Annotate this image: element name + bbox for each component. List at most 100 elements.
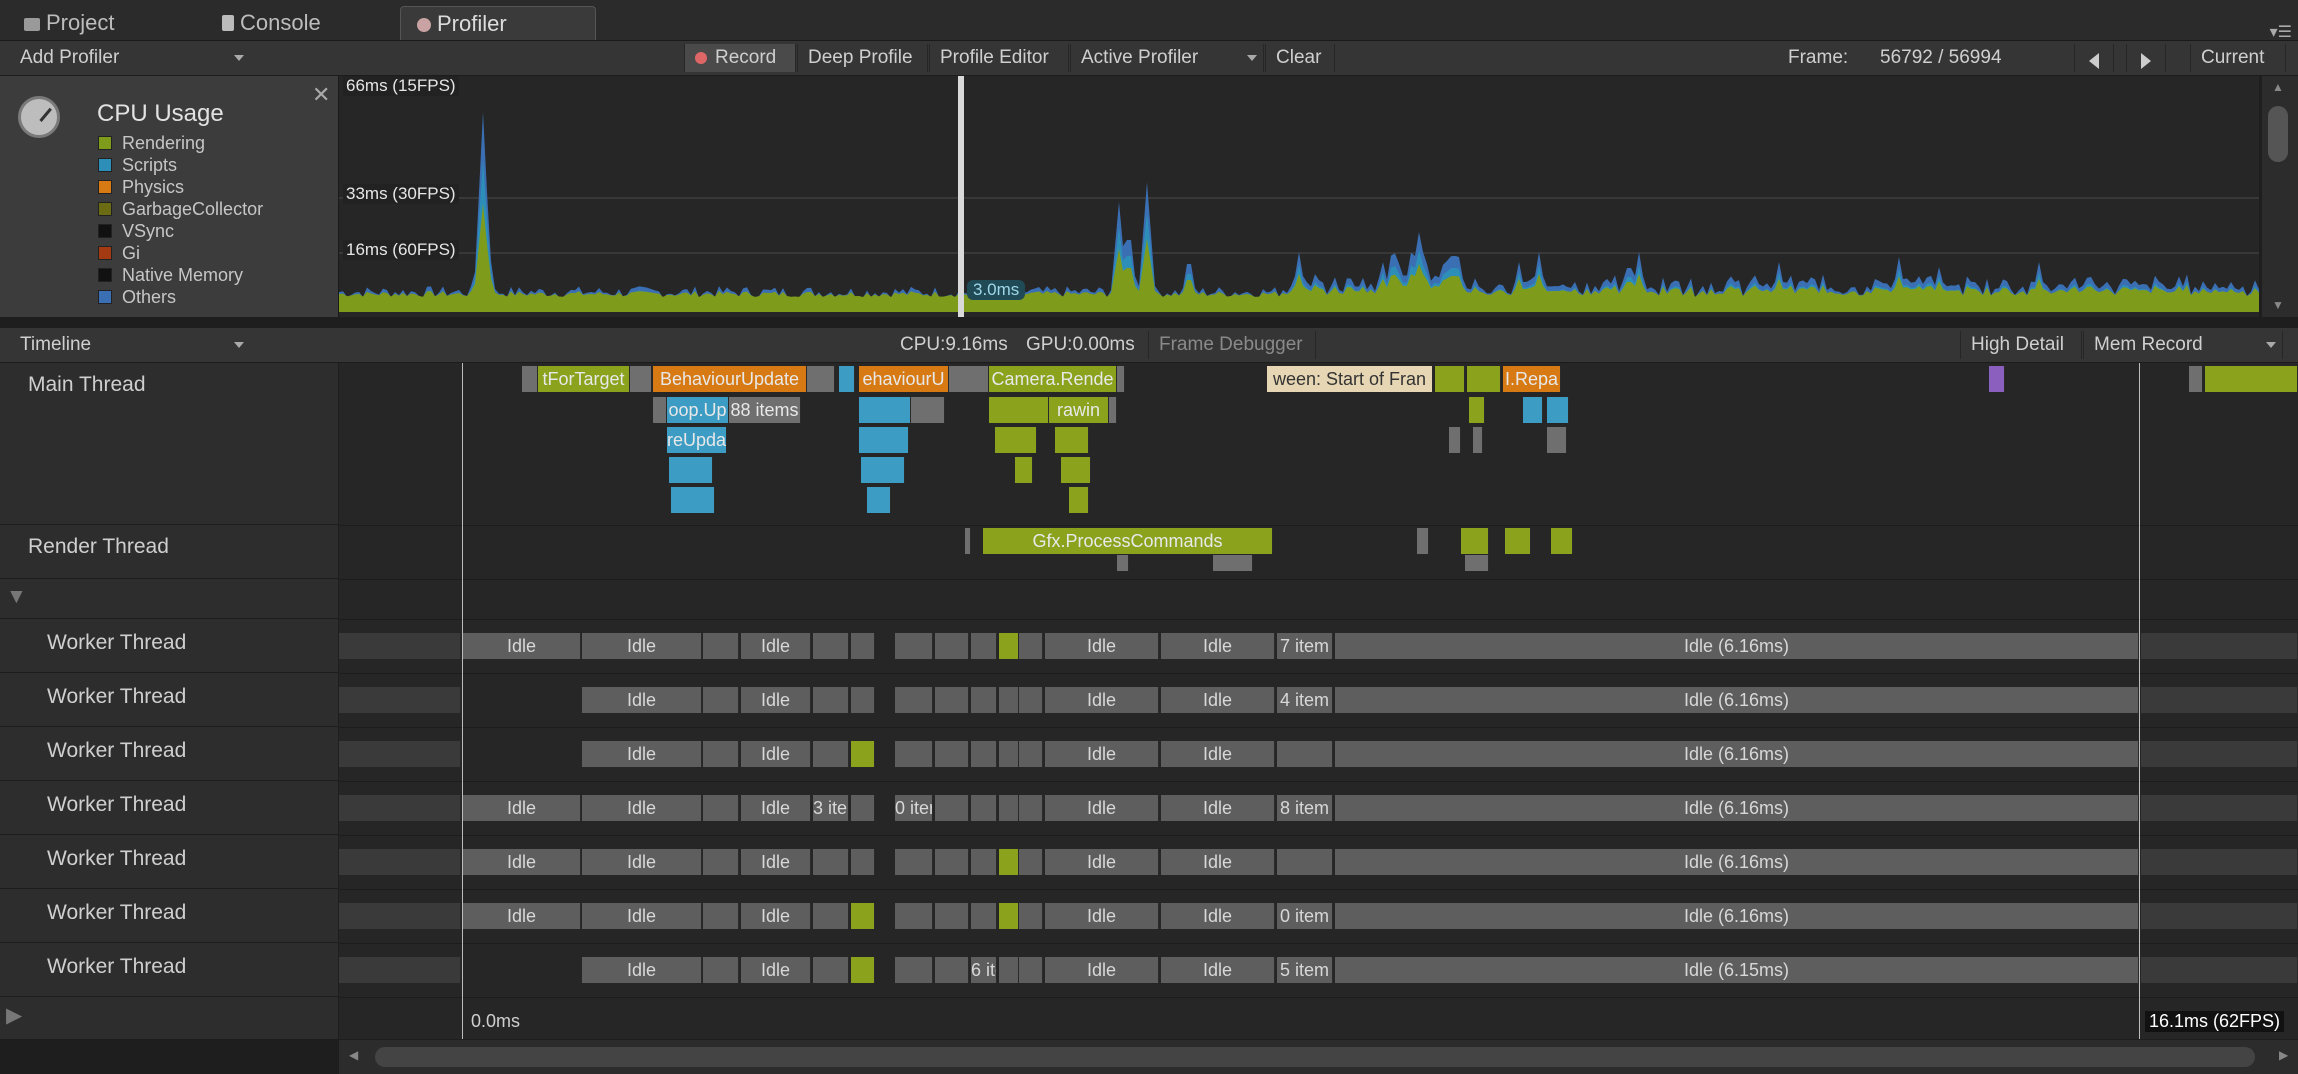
sample-block[interactable] <box>971 687 997 713</box>
thread-label-main[interactable]: Main Thread <box>0 363 338 525</box>
deep-profile-button[interactable]: Deep Profile <box>797 44 928 72</box>
sample-block[interactable] <box>339 849 461 875</box>
sample-block[interactable]: 8 item <box>1277 795 1333 821</box>
thread-label-worker[interactable]: Worker Thread <box>0 727 338 781</box>
sample-block[interactable]: 4 item <box>1277 687 1333 713</box>
cpu-usage-chart[interactable]: 66ms (15FPS) 33ms (30FPS) 16ms (60FPS) 3… <box>339 76 2259 317</box>
sample-block[interactable] <box>703 741 739 767</box>
sample-block[interactable]: 0 item <box>1277 903 1333 929</box>
clear-button[interactable]: Clear <box>1265 44 1335 72</box>
tab-profiler[interactable]: Profiler <box>400 6 596 40</box>
sample-block[interactable] <box>971 903 997 929</box>
sample-block[interactable]: Idle <box>1161 687 1275 713</box>
sample-block[interactable]: Idle <box>1161 957 1275 983</box>
job-group-toggle[interactable]: ▼ <box>0 579 338 619</box>
sample-block[interactable]: Idle <box>582 687 702 713</box>
sample-block[interactable] <box>1055 427 1089 453</box>
scrollbar-thumb[interactable] <box>375 1047 2255 1067</box>
sample-block[interactable] <box>999 957 1019 983</box>
sample-block[interactable]: Idle <box>741 687 811 713</box>
sample-block[interactable]: Idle (6.16ms) <box>1335 849 2139 875</box>
sample-block[interactable] <box>999 741 1019 767</box>
sample-block[interactable] <box>851 957 875 983</box>
sample-block[interactable] <box>965 528 971 554</box>
sample-block[interactable] <box>935 795 969 821</box>
sample-block[interactable] <box>999 849 1019 875</box>
sample-block[interactable] <box>971 849 997 875</box>
sample-block[interactable]: Idle <box>463 633 581 659</box>
sample-block[interactable] <box>1019 903 1043 929</box>
sample-block[interactable]: 0 iter <box>895 795 933 821</box>
sample-block[interactable] <box>339 633 461 659</box>
tab-console[interactable]: Console <box>206 6 337 40</box>
sample-block[interactable] <box>2141 687 2298 713</box>
sample-block[interactable]: Idle <box>1045 741 1159 767</box>
sample-block[interactable] <box>1467 366 1501 392</box>
mem-record-dropdown[interactable]: Mem Record <box>2083 331 2283 359</box>
sample-block[interactable] <box>1989 366 2005 392</box>
active-profiler-dropdown[interactable]: Active Profiler <box>1070 44 1264 72</box>
sample-block[interactable]: Idle <box>1045 957 1159 983</box>
sample-block[interactable] <box>813 687 849 713</box>
sample-block[interactable] <box>851 849 875 875</box>
sample-block[interactable] <box>653 397 667 423</box>
sample-block[interactable] <box>999 633 1019 659</box>
sample-block[interactable] <box>813 633 849 659</box>
sample-block[interactable] <box>703 903 739 929</box>
close-icon[interactable]: ✕ <box>312 82 330 108</box>
sample-block[interactable]: Idle <box>582 903 702 929</box>
sample-block[interactable] <box>999 795 1019 821</box>
sample-block[interactable]: rawin <box>1049 397 1109 423</box>
sample-block[interactable]: 3 iter <box>813 795 849 821</box>
sample-block[interactable]: Idle <box>741 795 811 821</box>
sample-block[interactable] <box>703 633 739 659</box>
sample-block[interactable] <box>1449 427 1461 453</box>
sample-block[interactable] <box>1469 397 1485 423</box>
sample-block[interactable] <box>895 633 933 659</box>
sample-block[interactable] <box>1117 366 1125 392</box>
sample-block[interactable]: Idle (6.16ms) <box>1335 687 2139 713</box>
sample-block[interactable]: Idle <box>463 795 581 821</box>
sample-block[interactable] <box>1069 487 1089 513</box>
sample-block[interactable] <box>1019 633 1043 659</box>
sample-block[interactable] <box>971 795 997 821</box>
sample-block[interactable] <box>1277 849 1333 875</box>
sample-block[interactable]: Idle <box>741 849 811 875</box>
sample-block[interactable]: Idle (6.16ms) <box>1335 903 2139 929</box>
sample-block[interactable] <box>1019 957 1043 983</box>
current-frame-button[interactable]: Current <box>2190 44 2286 72</box>
sample-block[interactable] <box>1061 457 1091 483</box>
sample-block[interactable] <box>851 633 875 659</box>
legend-item-others[interactable]: Others <box>98 286 263 308</box>
sample-block[interactable]: Idle <box>582 957 702 983</box>
sample-block[interactable] <box>851 903 875 929</box>
sample-block[interactable] <box>999 903 1019 929</box>
scroll-right-icon[interactable]: ▶ <box>2279 1048 2288 1062</box>
sample-block[interactable] <box>1551 528 1573 554</box>
sample-block[interactable]: Idle <box>741 957 811 983</box>
sample-block[interactable] <box>2141 795 2298 821</box>
sample-block[interactable]: 6 iter <box>971 957 997 983</box>
view-mode-dropdown[interactable]: Timeline <box>10 331 250 359</box>
sample-block[interactable] <box>2141 741 2298 767</box>
sample-block[interactable]: Idle <box>1045 633 1159 659</box>
sample-block[interactable] <box>995 427 1037 453</box>
sample-block[interactable]: Idle <box>1045 849 1159 875</box>
sample-block[interactable] <box>1117 555 1129 571</box>
timeline-view[interactable]: tForTarget BehaviourUpdate ehaviourU Cam… <box>339 363 2298 1039</box>
sample-block[interactable] <box>2141 849 2298 875</box>
sample-block[interactable]: Idle <box>463 849 581 875</box>
sample-block[interactable] <box>971 741 997 767</box>
sample-block[interactable] <box>339 741 461 767</box>
sample-block[interactable] <box>813 741 849 767</box>
profile-editor-button[interactable]: Profile Editor <box>929 44 1069 72</box>
sample-block[interactable]: reUpda <box>667 427 727 453</box>
thread-label-render[interactable]: Render Thread <box>0 525 338 579</box>
sample-block[interactable] <box>839 366 855 392</box>
sample-block[interactable] <box>859 427 909 453</box>
add-profiler-dropdown[interactable]: Add Profiler <box>10 44 250 72</box>
sample-block[interactable]: Idle <box>1161 903 1275 929</box>
cpu-usage-legend[interactable]: CPU Usage ✕ Rendering Scripts Physics Ga… <box>0 76 339 317</box>
sample-block[interactable] <box>1547 397 1569 423</box>
sample-block[interactable] <box>1465 555 1489 571</box>
